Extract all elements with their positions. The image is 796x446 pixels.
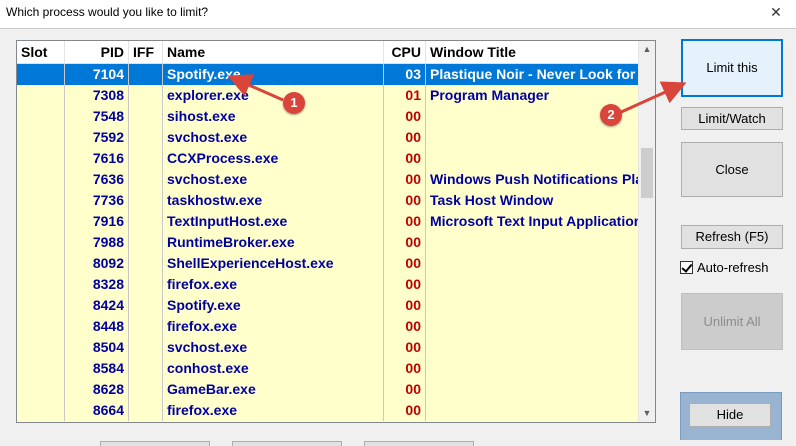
arrow-to-limit-this bbox=[618, 81, 687, 115]
annotation-badge-1: 1 bbox=[283, 92, 305, 114]
annotation-badge-2: 2 bbox=[600, 104, 622, 126]
annotation-arrows bbox=[227, 74, 687, 115]
arrow-to-spotify-row bbox=[227, 74, 284, 102]
